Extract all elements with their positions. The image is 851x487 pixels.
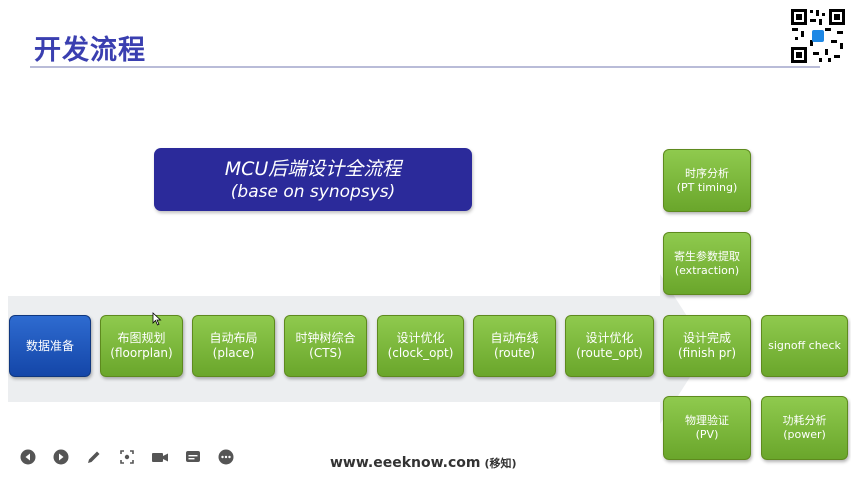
step-data-prep: 数据准备	[9, 315, 91, 377]
banner-subtitle: (base on synopsys)	[230, 181, 396, 202]
step-label: 物理验证	[685, 414, 729, 427]
step-sublabel: (PT timing)	[676, 180, 738, 194]
step-sublabel: (CTS)	[309, 346, 342, 360]
step-label: 自动布局	[209, 331, 258, 345]
step-signoff-check: signoff check	[761, 315, 848, 377]
prev-icon[interactable]	[18, 447, 38, 467]
footer-url-text: www.eeeknow.com	[330, 455, 481, 471]
step-label: 设计完成	[682, 331, 731, 345]
mouse-cursor-icon	[152, 312, 162, 326]
step-pv: 物理验证 (PV)	[663, 396, 751, 460]
footer-url-sub: (移知)	[484, 457, 517, 470]
step-label: 设计优化	[396, 331, 445, 345]
step-place: 自动布局 (place)	[192, 315, 275, 377]
step-pt-timing: 时序分析 (PT timing)	[663, 149, 751, 212]
banner-title: MCU后端设计全流程	[224, 157, 402, 180]
step-sublabel: (clock_opt)	[387, 346, 454, 360]
step-label: 数据准备	[25, 338, 74, 353]
camera-icon[interactable]	[150, 447, 170, 467]
more-icon[interactable]	[216, 447, 236, 467]
zoom-icon[interactable]	[117, 447, 137, 467]
step-route: 自动布线 (route)	[473, 315, 556, 377]
step-extraction: 寄生参数提取 (extraction)	[663, 232, 751, 295]
step-sublabel: (place)	[212, 346, 255, 360]
step-sublabel: (PV)	[695, 428, 719, 441]
step-route-opt: 设计优化 (route_opt)	[565, 315, 654, 377]
step-clock-opt: 设计优化 (clock_opt)	[377, 315, 464, 377]
step-power: 功耗分析 (power)	[761, 396, 848, 460]
step-label: 布图规划	[117, 331, 166, 345]
step-label: 寄生参数提取	[674, 249, 740, 263]
step-sublabel: (route_opt)	[576, 346, 643, 360]
step-sublabel: (extraction)	[674, 263, 740, 277]
step-label: 时序分析	[685, 166, 729, 180]
step-label: 设计优化	[585, 331, 634, 345]
step-finish-pr: 设计完成 (finish pr)	[663, 315, 751, 377]
step-label: signoff check	[768, 339, 841, 352]
title-divider	[30, 66, 820, 68]
step-label: 时钟树综合	[295, 331, 356, 345]
step-sublabel: (finish pr)	[677, 346, 737, 360]
step-sublabel: (route)	[493, 346, 536, 360]
step-label: 功耗分析	[782, 414, 827, 427]
next-icon[interactable]	[51, 447, 71, 467]
step-cts: 时钟树综合 (CTS)	[284, 315, 367, 377]
qr-code	[789, 7, 847, 65]
step-sublabel: (floorplan)	[110, 346, 173, 360]
flow-title-banner: MCU后端设计全流程 (base on synopsys)	[154, 148, 472, 211]
page-title: 开发流程	[34, 35, 146, 66]
step-floorplan: 布图规划 (floorplan)	[100, 315, 183, 377]
step-label: 自动布线	[490, 331, 539, 345]
step-sublabel: (power)	[783, 428, 826, 441]
footer-website: www.eeeknow.com (移知)	[330, 455, 517, 471]
presentation-toolbar	[18, 447, 236, 467]
subtitles-icon[interactable]	[183, 447, 203, 467]
pen-icon[interactable]	[84, 447, 104, 467]
